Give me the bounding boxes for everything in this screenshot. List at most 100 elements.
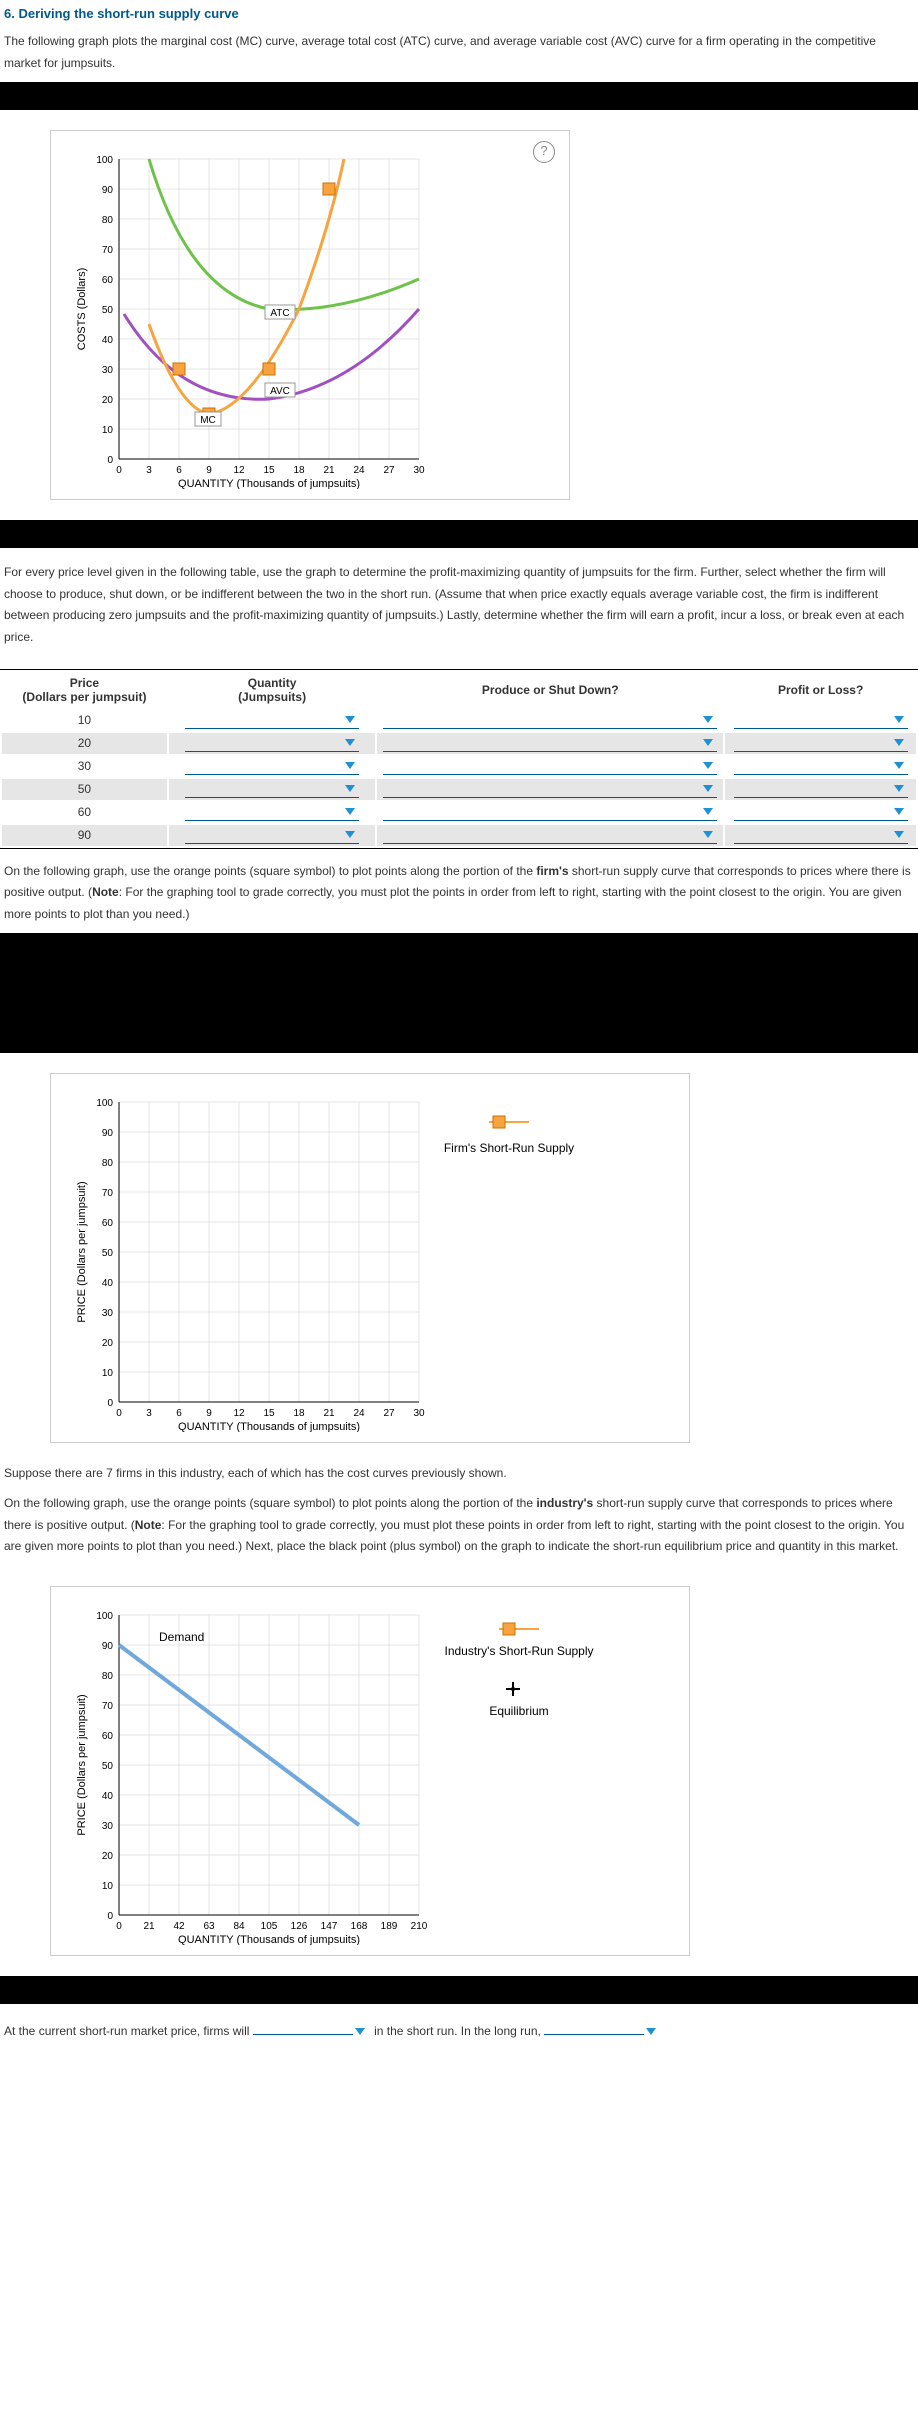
firm-supply-graph[interactable]: 0 10 20 30 40 50 60 70 80 90 100 0 3 6 9…	[50, 1073, 690, 1443]
xtick: 12	[233, 1408, 245, 1419]
xtick: 6	[176, 1408, 182, 1419]
ytick: 50	[102, 1248, 114, 1259]
divider-bar	[0, 1976, 918, 2004]
xtick: 15	[263, 465, 275, 476]
produce-dropdown[interactable]	[383, 781, 717, 798]
xtick: 27	[383, 1408, 395, 1419]
xtick: 27	[383, 465, 395, 476]
xtick: 0	[116, 1408, 122, 1419]
legend-label: Firm's Short-Run Supply	[444, 1141, 574, 1155]
xtick: 9	[206, 465, 212, 476]
ytick: 20	[102, 1851, 114, 1862]
legend-label: Industry's Short-Run Supply	[444, 1644, 593, 1658]
ytick: 0	[107, 455, 113, 466]
ytick: 100	[96, 1611, 113, 1622]
ytick: 40	[102, 1791, 114, 1802]
xtick: 9	[206, 1408, 212, 1419]
legend-industry-supply[interactable]: Industry's Short-Run Supply	[444, 1623, 593, 1658]
ytick: 20	[102, 395, 114, 406]
xtick: 30	[413, 1408, 425, 1419]
caret-icon	[355, 2028, 365, 2035]
th-price-unit: (Dollars per jumpsuit)	[22, 690, 146, 704]
y-axis-label: COSTS (Dollars)	[76, 268, 88, 351]
qty-dropdown[interactable]	[185, 827, 359, 844]
profit-dropdown[interactable]	[734, 804, 908, 821]
ytick: 100	[96, 155, 113, 166]
profit-dropdown[interactable]	[734, 735, 908, 752]
cost-curves-graph[interactable]: ? ATC AVC MC 0 10 20	[50, 130, 570, 500]
ytick: 90	[102, 1128, 114, 1139]
ytick: 90	[102, 185, 114, 196]
atc-curve-label: ATC	[270, 308, 289, 319]
ytick: 50	[102, 1761, 114, 1772]
profit-dropdown[interactable]	[734, 758, 908, 775]
xtick: 42	[173, 1921, 185, 1932]
ytick: 100	[96, 1098, 113, 1109]
legend-equilibrium[interactable]: Equilibrium	[489, 1682, 548, 1718]
y-axis-label: PRICE (Dollars per jumpsuit)	[76, 1182, 88, 1323]
table-row: 20	[2, 733, 916, 754]
ytick: 10	[102, 425, 114, 436]
xtick: 15	[263, 1408, 275, 1419]
legend-firm-supply[interactable]: Firm's Short-Run Supply	[444, 1116, 574, 1155]
avc-curve-label: AVC	[270, 386, 290, 397]
th-profit: Profit or Loss?	[725, 672, 916, 708]
produce-dropdown[interactable]	[383, 827, 717, 844]
ytick: 0	[107, 1911, 113, 1922]
ytick: 80	[102, 1671, 114, 1682]
xtick: 12	[233, 465, 245, 476]
produce-dropdown[interactable]	[383, 758, 717, 775]
ytick: 60	[102, 1218, 114, 1229]
xtick: 3	[146, 465, 152, 476]
xtick: 18	[293, 465, 305, 476]
xtick: 63	[203, 1921, 215, 1932]
help-icon[interactable]: ?	[533, 141, 555, 163]
produce-dropdown[interactable]	[383, 735, 717, 752]
legend-label: Equilibrium	[489, 1704, 548, 1718]
ytick: 70	[102, 1701, 114, 1712]
qty-dropdown[interactable]	[185, 804, 359, 821]
profit-dropdown[interactable]	[734, 781, 908, 798]
price-cell: 90	[2, 825, 167, 846]
instructions-5: On the following graph, use the orange p…	[0, 1493, 918, 1566]
qty-dropdown[interactable]	[185, 781, 359, 798]
ytick: 30	[102, 1821, 114, 1832]
instructions-3: On the following graph, use the orange p…	[0, 861, 918, 934]
price-cell: 60	[2, 802, 167, 823]
qty-dropdown[interactable]	[185, 735, 359, 752]
ytick: 50	[102, 305, 114, 316]
th-produce: Produce or Shut Down?	[377, 672, 723, 708]
xtick: 0	[116, 1921, 122, 1932]
ytick: 20	[102, 1338, 114, 1349]
xtick: 21	[323, 465, 335, 476]
industry-supply-graph[interactable]: Demand 0 10 20 30 40 50 60 70 80 90 100 …	[50, 1586, 690, 1956]
th-price: Price	[70, 676, 99, 690]
xtick: 189	[381, 1921, 398, 1932]
x-axis-label: QUANTITY (Thousands of jumpsuits)	[178, 1934, 360, 1945]
xtick: 30	[413, 465, 425, 476]
table-row: 30	[2, 756, 916, 777]
xtick: 24	[353, 465, 365, 476]
price-cell: 50	[2, 779, 167, 800]
x-axis-label: QUANTITY (Thousands of jumpsuits)	[178, 1421, 360, 1432]
profit-dropdown[interactable]	[734, 712, 908, 729]
ytick: 30	[102, 365, 114, 376]
divider-bar	[0, 520, 918, 548]
xtick: 0	[116, 465, 122, 476]
produce-dropdown[interactable]	[383, 804, 717, 821]
price-cell: 20	[2, 733, 167, 754]
produce-dropdown[interactable]	[383, 712, 717, 729]
price-table: Price(Dollars per jumpsuit) Quantity(Jum…	[0, 669, 918, 849]
qty-dropdown[interactable]	[185, 758, 359, 775]
ytick: 60	[102, 1731, 114, 1742]
table-row: 10	[2, 710, 916, 731]
short-run-dropdown[interactable]	[253, 2034, 353, 2035]
xtick: 126	[291, 1921, 308, 1932]
long-run-dropdown[interactable]	[544, 2034, 644, 2035]
profit-dropdown[interactable]	[734, 827, 908, 844]
x-axis-label: QUANTITY (Thousands of jumpsuits)	[178, 478, 360, 489]
ytick: 60	[102, 275, 114, 286]
ytick: 90	[102, 1641, 114, 1652]
y-axis-label: PRICE (Dollars per jumpsuit)	[76, 1694, 88, 1835]
qty-dropdown[interactable]	[185, 712, 359, 729]
